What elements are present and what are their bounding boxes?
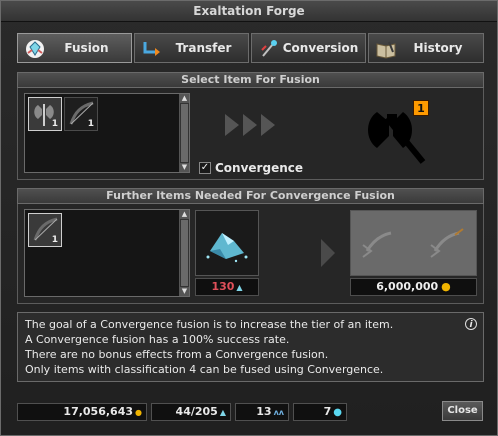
description-line: The goal of a Convergence fusion is to i… [25,318,394,331]
gold-balance: 17,056,643 ● [17,403,147,421]
tab-fusion[interactable]: Fusion [17,33,132,63]
list-item[interactable]: 1 [64,97,98,131]
item-quantity: 1 [87,119,94,129]
shard-balance: 44/205 ▲ [151,403,231,421]
tier-badge: 1 [413,100,429,116]
fusion-list-scrollbar[interactable]: ▲ ▼ [179,94,189,172]
fusion-result-preview [350,210,477,276]
material-slot [195,210,259,276]
token-balance: 13 ʌʌ [235,403,289,421]
gold-coin-icon: ● [441,280,451,293]
tab-history[interactable]: History [368,33,484,63]
gem-balance: 7 ● [293,403,347,421]
item-quantity: 1 [51,119,58,129]
list-item[interactable]: 1 [28,213,62,247]
fusion-cost-value: 6,000,000 [376,280,439,293]
tab-conversion[interactable]: Conversion [251,33,366,63]
scroll-up-icon[interactable]: ▲ [180,94,189,103]
feather-token-icon: ʌʌ [273,408,284,417]
token-balance-value: 13 [256,405,272,418]
crystal-small-icon: ▲ [236,283,243,292]
fusion-cost: 6,000,000 ● [350,278,477,296]
further-items-header: Further Items Needed For Convergence Fus… [17,188,484,204]
description-line: There are no bonus effects from a Conver… [25,348,329,361]
convergence-checkbox-label[interactable]: Convergence [215,161,303,175]
crystal-small-icon: ▲ [219,408,226,417]
scroll-down-icon[interactable]: ▼ [180,287,189,296]
tab-transfer-label: Transfer [175,41,232,55]
select-item-header: Select Item For Fusion [17,72,484,88]
info-icon[interactable]: i [465,318,477,330]
description-line: A Convergence fusion has a 100% success … [25,333,290,346]
gold-balance-value: 17,056,643 [63,405,134,418]
scroll-up-icon[interactable]: ▲ [180,210,189,219]
shard-balance-value: 44/205 [175,405,218,418]
tab-bar: Fusion Transfer Conversion History [17,33,484,65]
forward-arrow-icon [321,239,335,267]
gold-coin-icon: ● [135,408,142,417]
scroll-down-icon[interactable]: ▼ [180,163,189,172]
material-amount: 130 ▲ [195,278,259,296]
tab-conversion-label: Conversion [282,41,359,55]
material-amount-value: 130 [211,280,235,293]
tab-transfer[interactable]: Transfer [134,33,249,63]
tab-history-label: History [413,41,463,55]
result-item-preview: 1 [363,100,435,170]
crystal-shards-icon [206,233,248,263]
tab-fusion-label: Fusion [64,41,109,55]
fusion-item-list[interactable]: 1 1 ▲ ▼ [24,93,190,173]
gem-balance-value: 7 [323,405,332,418]
exaltation-forge-window: Exaltation Forge Fusion Transfer Convers… [0,0,498,436]
faded-bows-icon [362,228,464,258]
required-list-scrollbar[interactable]: ▲ ▼ [179,210,189,296]
list-item[interactable]: 1 [28,97,62,131]
convergence-checkbox[interactable]: ✓ [199,162,211,174]
scroll-thumb[interactable] [181,104,188,162]
close-button[interactable]: Close [442,401,483,421]
item-quantity: 1 [51,235,58,245]
window-title: Exaltation Forge [1,1,497,22]
scroll-thumb[interactable] [181,220,188,286]
gem-icon: ● [333,407,342,418]
forward-arrows-icon [225,114,275,136]
description-line: Only items with classification 4 can be … [25,363,384,376]
fusion-description: The goal of a Convergence fusion is to i… [17,312,484,382]
required-item-list[interactable]: 1 ▲ ▼ [24,209,190,297]
